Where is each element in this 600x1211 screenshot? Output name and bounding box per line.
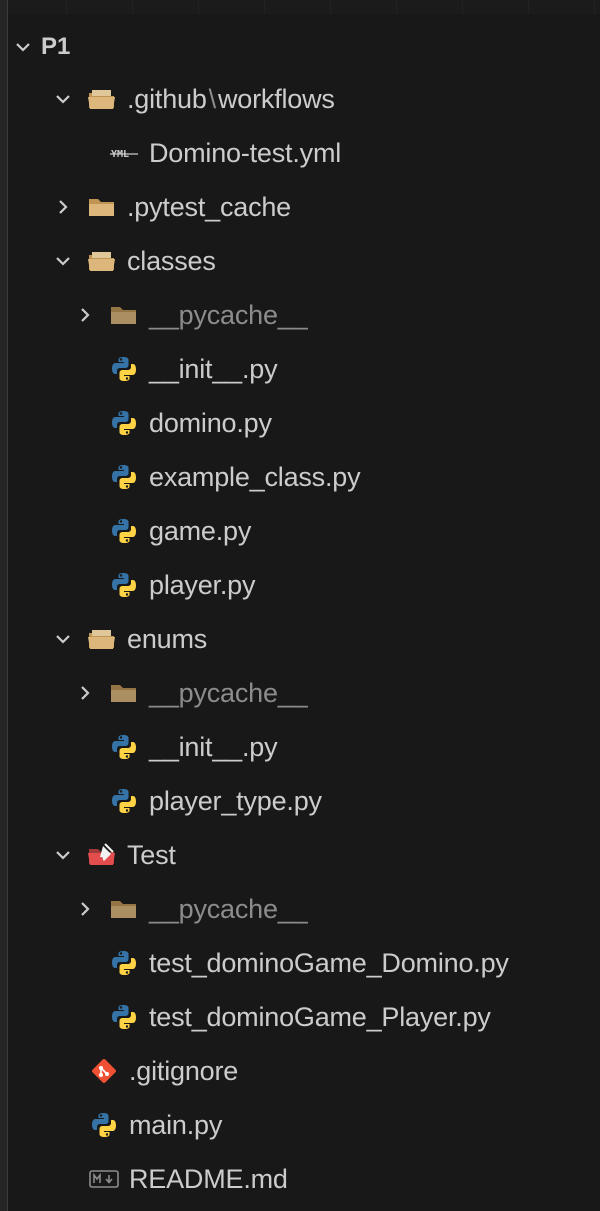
python-icon (89, 1111, 119, 1139)
tree-item-label: main.py (129, 1110, 223, 1140)
tree-item-label: domino.py (149, 408, 272, 438)
tree-item-label: game.py (149, 516, 252, 546)
tree-item-main[interactable]: main.py (89, 1098, 600, 1152)
chevron-down-icon[interactable] (53, 89, 73, 109)
tree-item-test-domino[interactable]: test_dominoGame_Domino.py (109, 936, 600, 990)
tree-item-game[interactable]: game.py (109, 504, 600, 558)
chevron-right-icon[interactable] (75, 305, 95, 325)
tree-item-label: enums (127, 624, 208, 654)
tree-item-classes[interactable]: classes (53, 234, 600, 288)
chevron-right-icon[interactable] (53, 197, 73, 217)
tree-item-enums-init[interactable]: __init__.py (109, 720, 600, 774)
tree-item-test[interactable]: Test (53, 828, 600, 882)
tree-item-enums-pycache[interactable]: __pycache__ (75, 666, 600, 720)
test-folder-icon (87, 841, 117, 869)
tree-item-github[interactable]: .github\workflows (53, 72, 600, 126)
tree-item-label: __pycache__ (149, 894, 308, 924)
explorer-tree: P1 .github\workflows YML Domino-test.yml (7, 18, 600, 1211)
folder-icon (109, 679, 139, 707)
tree-item-enums[interactable]: enums (53, 612, 600, 666)
tree-item-label: player_type.py (149, 786, 322, 816)
tree-item-label: __init__.py (149, 354, 278, 384)
yaml-icon: YML (109, 139, 139, 167)
tree-item-test-player[interactable]: test_dominoGame_Player.py (109, 990, 600, 1044)
folder-open-icon (87, 85, 117, 113)
tree-item-label: test_dominoGame_Domino.py (149, 948, 509, 978)
tree-item-label: .gitignore (129, 1056, 239, 1086)
tree-item-label: __pycache__ (149, 300, 308, 330)
python-icon (109, 355, 139, 383)
tree-item-domino[interactable]: domino.py (109, 396, 600, 450)
folder-icon (109, 301, 139, 329)
top-strip (0, 0, 600, 14)
chevron-right-icon[interactable] (75, 899, 95, 919)
tree-item-player[interactable]: player.py (109, 558, 600, 612)
python-icon (109, 571, 139, 599)
chevron-down-icon[interactable] (53, 845, 73, 865)
tree-item-label: __pycache__ (149, 678, 308, 708)
chevron-down-icon[interactable] (53, 629, 73, 649)
tree-root-p1[interactable]: P1 (13, 20, 600, 74)
tree-item-pytest-cache[interactable]: .pytest_cache (53, 180, 600, 234)
tree-item-classes-pycache[interactable]: __pycache__ (75, 288, 600, 342)
python-icon (109, 1003, 139, 1031)
tree-item-label: .github\workflows (127, 72, 335, 126)
folder-label-workflows: workflows (217, 84, 335, 114)
tree-item-gitignore[interactable]: .gitignore (89, 1044, 600, 1098)
python-icon (109, 517, 139, 545)
chevron-down-icon[interactable] (53, 251, 73, 271)
tree-item-label: test_dominoGame_Player.py (149, 1002, 491, 1032)
tree-item-test-pycache[interactable]: __pycache__ (75, 882, 600, 936)
root-label: P1 (41, 33, 71, 60)
folder-label-github: .github (127, 84, 207, 114)
python-icon (109, 733, 139, 761)
git-icon (89, 1057, 119, 1085)
python-icon (109, 463, 139, 491)
tree-item-player-type[interactable]: player_type.py (109, 774, 600, 828)
python-icon (109, 409, 139, 437)
tree-item-label: player.py (149, 570, 256, 600)
folder-icon (87, 193, 117, 221)
tree-item-label: Test (127, 840, 176, 870)
tree-item-example-class[interactable]: example_class.py (109, 450, 600, 504)
tree-item-label: example_class.py (149, 462, 361, 492)
markdown-icon (89, 1165, 119, 1193)
python-icon (109, 949, 139, 977)
tree-item-label: .pytest_cache (127, 192, 292, 222)
folder-open-icon (87, 247, 117, 275)
tree-item-classes-init[interactable]: __init__.py (109, 342, 600, 396)
tree-item-label: __init__.py (149, 732, 278, 762)
folder-icon (109, 895, 139, 923)
tree-item-label: Domino-test.yml (149, 138, 342, 168)
chevron-down-icon[interactable] (13, 37, 33, 57)
tree-item-label: classes (127, 246, 216, 276)
tree-item-readme[interactable]: README.md (89, 1152, 600, 1206)
chevron-right-icon[interactable] (75, 683, 95, 703)
folder-open-icon (87, 625, 117, 653)
path-separator: \ (208, 84, 217, 114)
python-icon (109, 787, 139, 815)
tree-item-domino-test[interactable]: YML Domino-test.yml (109, 126, 600, 180)
tree-item-label: README.md (129, 1164, 288, 1194)
